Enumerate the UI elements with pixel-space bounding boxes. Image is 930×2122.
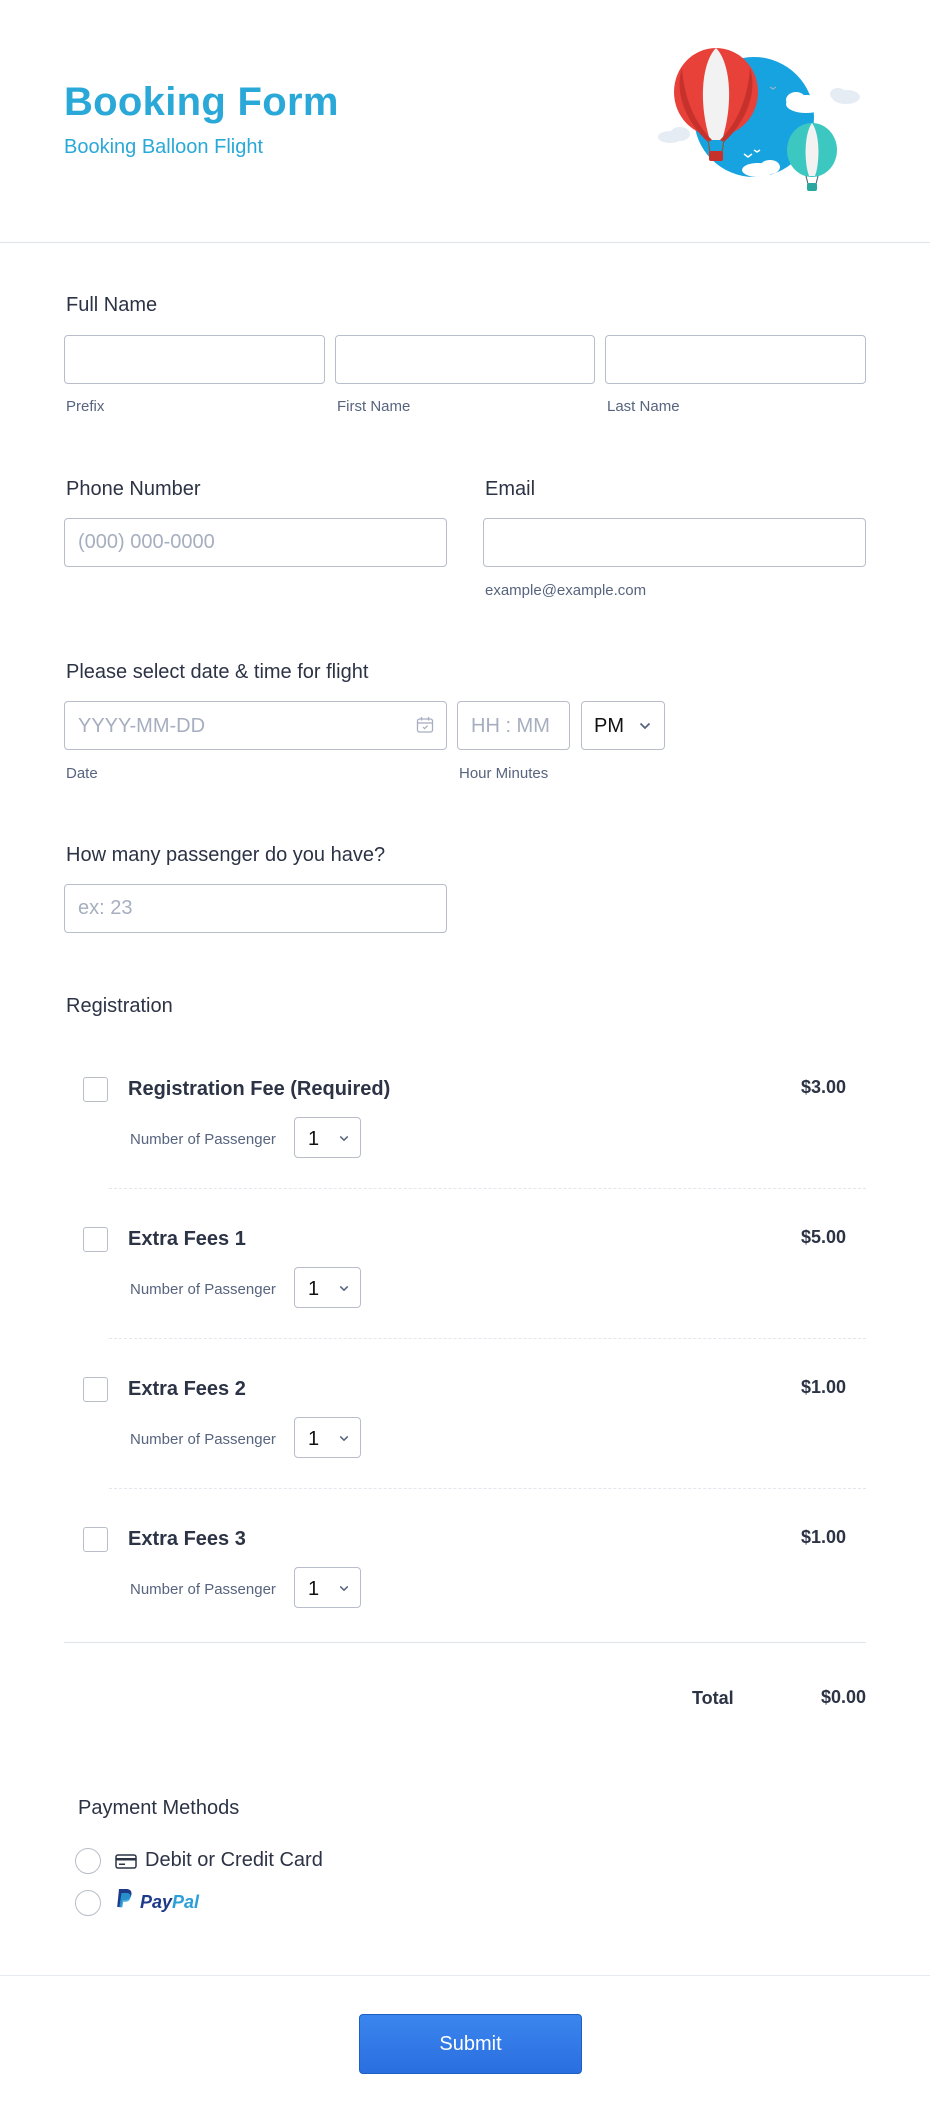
quantity-select[interactable]: 1 bbox=[294, 1117, 361, 1158]
form-title: Booking Form bbox=[64, 80, 339, 124]
date-placeholder: YYYY-MM-DD bbox=[78, 715, 206, 737]
product-checkbox-extra-fees-1[interactable] bbox=[83, 1227, 108, 1252]
chevron-down-icon bbox=[339, 1135, 349, 1142]
total-label: Total bbox=[692, 1688, 734, 1708]
quantity-value: 1 bbox=[308, 1128, 320, 1150]
ampm-select[interactable]: PM bbox=[581, 701, 665, 750]
product-checkbox-extra-fees-3[interactable] bbox=[83, 1527, 108, 1552]
form-subtitle: Booking Balloon Flight bbox=[64, 136, 264, 158]
chevron-down-icon bbox=[339, 1285, 349, 1292]
ampm-value: PM bbox=[594, 715, 624, 737]
passengers-label: How many passenger do you have? bbox=[66, 844, 386, 866]
registration-label: Registration bbox=[66, 995, 173, 1017]
phone-input[interactable] bbox=[64, 518, 447, 567]
submit-button[interactable]: Submit bbox=[359, 2014, 582, 2074]
email-sublabel: example@example.com bbox=[485, 582, 647, 599]
payment-methods-label: Payment Methods bbox=[78, 1797, 240, 1819]
credit-card-icon bbox=[115, 1854, 137, 1869]
email-input[interactable] bbox=[483, 518, 866, 567]
quantity-label: Number of Passenger bbox=[130, 1281, 276, 1298]
calendar-icon[interactable] bbox=[416, 716, 434, 734]
date-sublabel: Date bbox=[66, 765, 98, 782]
full-name-label: Full Name bbox=[66, 294, 158, 316]
quantity-label: Number of Passenger bbox=[130, 1131, 276, 1148]
date-input[interactable]: YYYY-MM-DD bbox=[64, 701, 447, 750]
flight-datetime-label: Please select date & time for flight bbox=[66, 661, 369, 683]
footer-divider bbox=[0, 1975, 930, 1976]
prefix-sublabel: Prefix bbox=[66, 398, 105, 415]
paypal-label-text: Pal bbox=[172, 1892, 200, 1912]
chevron-down-icon bbox=[339, 1585, 349, 1592]
first-name-input[interactable] bbox=[335, 335, 595, 384]
chevron-down-icon bbox=[339, 1435, 349, 1442]
quantity-value: 1 bbox=[308, 1278, 320, 1300]
product-price: $1.00 bbox=[800, 1527, 846, 1547]
total-divider bbox=[64, 1642, 866, 1643]
quantity-value: 1 bbox=[308, 1428, 320, 1450]
phone-label: Phone Number bbox=[66, 478, 201, 500]
passengers-input[interactable] bbox=[64, 884, 447, 933]
paypal-label: PayPal bbox=[140, 1892, 200, 1912]
quantity-label: Number of Passenger bbox=[130, 1581, 276, 1598]
last-name-sublabel: Last Name bbox=[607, 398, 680, 415]
product-checkbox-registration-fee[interactable] bbox=[83, 1077, 108, 1102]
quantity-select[interactable]: 1 bbox=[294, 1417, 361, 1458]
balloon-illustration bbox=[658, 48, 860, 191]
last-name-input[interactable] bbox=[605, 335, 866, 384]
product-name: Extra Fees 2 bbox=[128, 1378, 246, 1400]
quantity-select[interactable]: 1 bbox=[294, 1567, 361, 1608]
time-input[interactable]: HH : MM bbox=[457, 701, 570, 750]
quantity-value: 1 bbox=[308, 1578, 320, 1600]
chevron-down-icon bbox=[639, 722, 651, 730]
form-header: Booking Form Booking Balloon Flight bbox=[0, 0, 930, 243]
product-name: Extra Fees 1 bbox=[128, 1228, 246, 1250]
prefix-input[interactable] bbox=[64, 335, 325, 384]
email-label: Email bbox=[485, 478, 536, 500]
product-name: Extra Fees 3 bbox=[128, 1528, 246, 1550]
product-divider bbox=[109, 1488, 866, 1489]
time-sublabel: Hour Minutes bbox=[459, 765, 549, 782]
quantity-select[interactable]: 1 bbox=[294, 1267, 361, 1308]
product-checkbox-extra-fees-2[interactable] bbox=[83, 1377, 108, 1402]
product-price: $1.00 bbox=[800, 1377, 846, 1397]
first-name-sublabel: First Name bbox=[337, 398, 411, 415]
product-name: Registration Fee (Required) bbox=[128, 1078, 391, 1100]
total-value: $0.00 bbox=[820, 1687, 866, 1707]
product-divider bbox=[109, 1188, 866, 1189]
quantity-label: Number of Passenger bbox=[130, 1431, 276, 1448]
credit-card-label: Debit or Credit Card bbox=[145, 1849, 323, 1871]
product-divider bbox=[109, 1338, 866, 1339]
product-price: $5.00 bbox=[800, 1227, 846, 1247]
time-placeholder: HH : MM bbox=[471, 715, 550, 737]
radio-paypal[interactable] bbox=[75, 1890, 101, 1916]
radio-credit-card[interactable] bbox=[75, 1848, 101, 1874]
product-price: $3.00 bbox=[800, 1077, 846, 1097]
paypal-logo bbox=[117, 1889, 132, 1908]
